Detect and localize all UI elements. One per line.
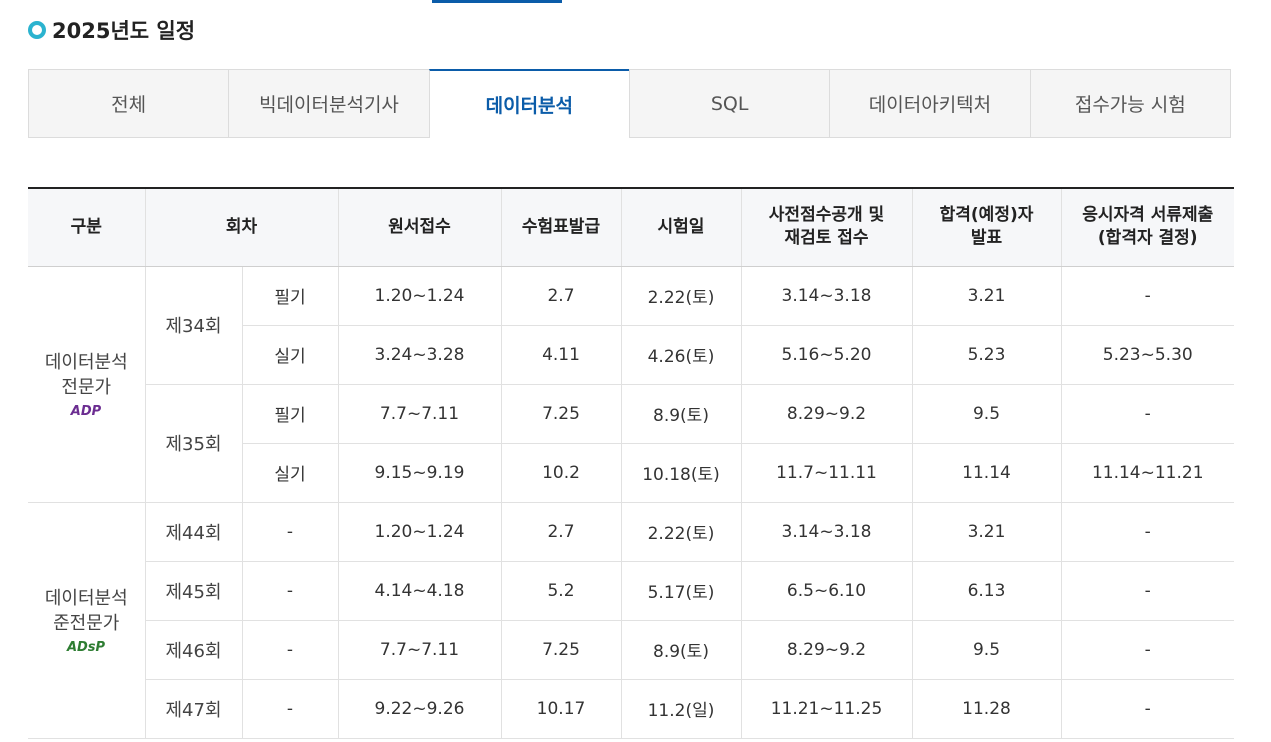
adp-logo-icon: ADP xyxy=(70,404,102,418)
header-result: 합격(예정)자 발표 xyxy=(911,187,1061,267)
admission-cell: 2.7 xyxy=(500,266,621,326)
round-cell: 제46회 xyxy=(144,620,242,680)
header-category: 구분 xyxy=(28,187,145,267)
tab-bar: 전체 빅데이터분석기사 데이터분석 SQL 데이터아키텍처 접수가능 시험 xyxy=(28,69,1236,138)
header-documents: 응시자격 서류제출 (합격자 결정) xyxy=(1060,187,1234,267)
admission-cell: 10.2 xyxy=(500,443,621,503)
header-application: 원서접수 xyxy=(337,187,501,267)
exam-type-cell: - xyxy=(241,679,338,739)
documents-cell: - xyxy=(1060,561,1234,621)
header-admission: 수험표발급 xyxy=(500,187,621,267)
result-cell: 3.21 xyxy=(911,266,1061,326)
group-cell-adsp: 데이터분석 준전문가 ADsP xyxy=(28,502,145,739)
prescore-cell: 6.5~6.10 xyxy=(740,561,912,621)
tab-sql[interactable]: SQL xyxy=(628,69,831,138)
table-row: 제35회 필기 7.7~7.11 7.25 8.9(토) 8.29~9.2 9.… xyxy=(28,384,1234,503)
result-cell: 11.14 xyxy=(911,443,1061,503)
exam-date-cell: 2.22(토) xyxy=(620,502,741,562)
svg-text:ADP: ADP xyxy=(70,404,102,418)
exam-type-cell: - xyxy=(241,620,338,680)
exam-date-cell: 4.26(토) xyxy=(620,325,741,385)
exam-type-cell: 필기 xyxy=(241,384,338,444)
admission-cell: 7.25 xyxy=(500,620,621,680)
round-cell: 제47회 xyxy=(144,679,242,739)
application-cell: 1.20~1.24 xyxy=(337,266,501,326)
documents-cell: - xyxy=(1060,502,1234,562)
result-cell: 9.5 xyxy=(911,620,1061,680)
table-row: 데이터분석 준전문가 ADsP 제44회 - 1.20~1.24 2.7 2.2… xyxy=(28,502,1234,739)
exam-date-cell: 11.2(일) xyxy=(620,679,741,739)
application-cell: 4.14~4.18 xyxy=(337,561,501,621)
result-cell: 6.13 xyxy=(911,561,1061,621)
tab-all[interactable]: 전체 xyxy=(28,69,230,138)
application-cell: 7.7~7.11 xyxy=(337,620,501,680)
documents-cell: - xyxy=(1060,266,1234,326)
tab-data-architecture[interactable]: 데이터아키텍처 xyxy=(829,69,1031,138)
admission-cell: 7.25 xyxy=(500,384,621,444)
prescore-cell: 11.21~11.25 xyxy=(740,679,912,739)
table-row: 데이터분석 전문가 ADP 제34회 필기 1.20~1.24 2.7 2.22… xyxy=(28,266,1234,503)
application-cell: 1.20~1.24 xyxy=(337,502,501,562)
documents-cell: - xyxy=(1060,620,1234,680)
admission-cell: 4.11 xyxy=(500,325,621,385)
exam-type-cell: 실기 xyxy=(241,325,338,385)
schedule-table: 구분 회차 원서접수 수험표발급 시험일 사전점수공개 및 재검토 접수 합격(예… xyxy=(28,187,1234,739)
group-cell-adp: 데이터분석 전문가 ADP xyxy=(28,266,145,503)
application-cell: 7.7~7.11 xyxy=(337,384,501,444)
section-title-text: 2025년도 일정 xyxy=(52,19,196,43)
exam-type-cell: 실기 xyxy=(241,443,338,503)
documents-cell: - xyxy=(1060,679,1234,739)
circle-bullet-icon xyxy=(28,21,46,39)
documents-cell: 5.23~5.30 xyxy=(1060,325,1234,385)
exam-date-cell: 2.22(토) xyxy=(620,266,741,326)
prescore-cell: 11.7~11.11 xyxy=(740,443,912,503)
exam-date-cell: 8.9(토) xyxy=(620,620,741,680)
table-row: 제46회 - 7.7~7.11 7.25 8.9(토) 8.29~9.2 9.5… xyxy=(28,620,1234,680)
exam-date-cell: 5.17(토) xyxy=(620,561,741,621)
round-cell: 제45회 xyxy=(144,561,242,621)
documents-cell: 11.14~11.21 xyxy=(1060,443,1234,503)
header-round: 회차 xyxy=(144,187,338,267)
result-cell: 11.28 xyxy=(911,679,1061,739)
top-accent-bar xyxy=(432,0,562,3)
admission-cell: 10.17 xyxy=(500,679,621,739)
prescore-cell: 8.29~9.2 xyxy=(740,384,912,444)
exam-date-cell: 8.9(토) xyxy=(620,384,741,444)
section-title: 2025년도 일정 xyxy=(28,14,195,46)
exam-type-cell: - xyxy=(241,561,338,621)
adsp-logo-icon: ADsP xyxy=(66,640,106,654)
result-cell: 3.21 xyxy=(911,502,1061,562)
prescore-cell: 5.16~5.20 xyxy=(740,325,912,385)
round-cell: 제44회 xyxy=(144,502,242,562)
round-cell: 제35회 xyxy=(144,384,242,503)
tab-available-exams[interactable]: 접수가능 시험 xyxy=(1029,69,1231,138)
round-cell: 제34회 xyxy=(144,266,242,385)
documents-cell: - xyxy=(1060,384,1234,444)
exam-date-cell: 10.18(토) xyxy=(620,443,741,503)
exam-type-cell: - xyxy=(241,502,338,562)
admission-cell: 2.7 xyxy=(500,502,621,562)
table-row: 제45회 - 4.14~4.18 5.2 5.17(토) 6.5~6.10 6.… xyxy=(28,561,1234,621)
exam-type-cell: 필기 xyxy=(241,266,338,326)
result-cell: 5.23 xyxy=(911,325,1061,385)
application-cell: 9.15~9.19 xyxy=(337,443,501,503)
admission-cell: 5.2 xyxy=(500,561,621,621)
application-cell: 9.22~9.26 xyxy=(337,679,501,739)
result-cell: 9.5 xyxy=(911,384,1061,444)
prescore-cell: 3.14~3.18 xyxy=(740,266,912,326)
prescore-cell: 8.29~9.2 xyxy=(740,620,912,680)
prescore-cell: 3.14~3.18 xyxy=(740,502,912,562)
table-row: 제47회 - 9.22~9.26 10.17 11.2(일) 11.21~11.… xyxy=(28,679,1234,739)
header-prescore: 사전점수공개 및 재검토 접수 xyxy=(740,187,912,267)
table-header-row: 구분 회차 원서접수 수험표발급 시험일 사전점수공개 및 재검토 접수 합격(예… xyxy=(28,187,1234,267)
header-exam-date: 시험일 xyxy=(620,187,741,267)
tab-bigdata-analyst[interactable]: 빅데이터분석기사 xyxy=(228,69,430,138)
tab-data-analysis[interactable]: 데이터분석 xyxy=(428,69,630,138)
application-cell: 3.24~3.28 xyxy=(337,325,501,385)
svg-text:ADsP: ADsP xyxy=(66,640,106,654)
